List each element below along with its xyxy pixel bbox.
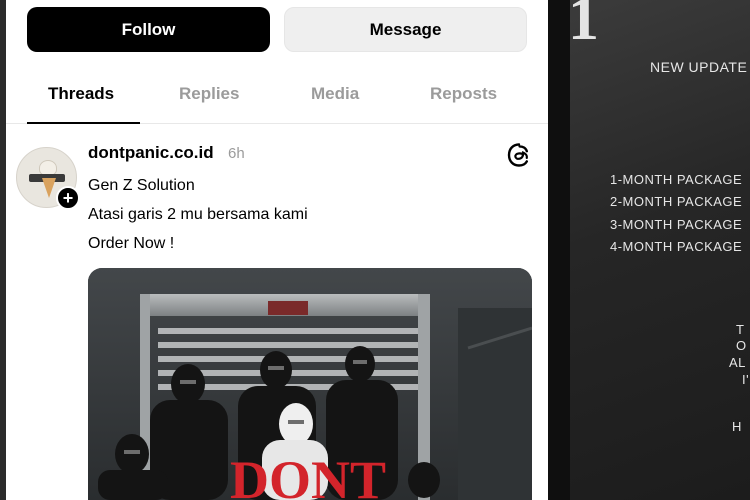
active-tab-indicator (27, 122, 140, 124)
post-photo: DONT (88, 268, 532, 500)
poster-divider (548, 0, 570, 500)
post-text-line-3: Order Now ! (88, 235, 175, 252)
poster-fragment-4: I' (742, 372, 750, 387)
package-1: 1-MONTH PACKAGE (610, 172, 743, 187)
follow-button[interactable]: Follow (27, 7, 270, 52)
poster-fragment-1: T (736, 322, 745, 337)
profile-tabs: Threads Replies Media Reposts (6, 70, 548, 124)
message-button[interactable]: Message (284, 7, 527, 52)
poster-heading-fragment: 1 (568, 0, 599, 53)
post-image[interactable]: DONT (88, 268, 532, 500)
post-text-line-1: Gen Z Solution (88, 177, 195, 194)
poster-fragment-5: H (732, 419, 742, 434)
poster-fragment-2: O (736, 338, 747, 353)
tab-replies[interactable]: Replies (179, 84, 239, 104)
post-username[interactable]: dontpanic.co.id (88, 143, 214, 163)
threads-profile-panel: Follow Message Threads Replies Media Rep… (6, 0, 548, 500)
poster-fragment-3: AL (729, 355, 746, 370)
tab-media[interactable]: Media (311, 84, 359, 104)
package-3: 3-MONTH PACKAGE (610, 217, 743, 232)
tab-threads[interactable]: Threads (48, 84, 114, 104)
post-image-brand-text: DONT (230, 450, 386, 500)
tab-reposts[interactable]: Reposts (430, 84, 497, 104)
post-timestamp: 6h (228, 145, 245, 162)
threads-logo-icon[interactable] (506, 142, 532, 168)
package-4: 4-MONTH PACKAGE (610, 239, 743, 254)
follow-plus-icon[interactable]: + (56, 186, 80, 210)
ice-cream-cone (42, 178, 56, 198)
poster-update-text: NEW UPDATE (650, 59, 748, 75)
post-text-line-2: Atasi garis 2 mu bersama kami (88, 206, 308, 223)
package-2: 2-MONTH PACKAGE (610, 194, 743, 209)
